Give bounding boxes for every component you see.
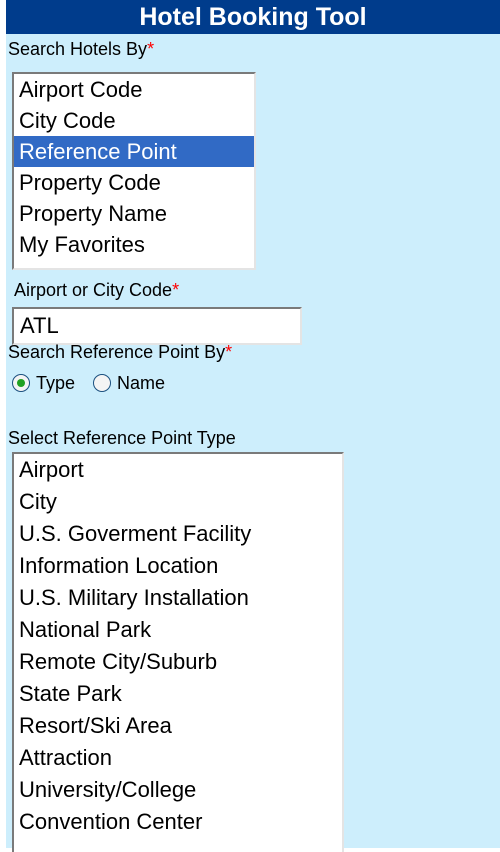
ref-type-option[interactable]: Airport: [14, 454, 342, 486]
listbox-option-property-code[interactable]: Property Code: [14, 167, 254, 198]
ref-type-option[interactable]: State Park: [14, 678, 342, 710]
listbox-option-property-name[interactable]: Property Name: [14, 198, 254, 229]
radio-type-button[interactable]: [12, 374, 30, 392]
ref-point-by-label-text: Search Reference Point By: [8, 342, 226, 362]
required-marker: *: [172, 280, 180, 300]
required-marker: *: [147, 39, 155, 59]
radio-type-label: Type: [36, 372, 76, 393]
radio-option-type[interactable]: Type: [12, 373, 75, 394]
ref-type-option[interactable]: Information Location: [14, 550, 342, 582]
radio-option-name[interactable]: Name: [93, 373, 165, 394]
ref-type-option[interactable]: City: [14, 486, 342, 518]
listbox-option-airport-code[interactable]: Airport Code: [14, 74, 254, 105]
listbox-option-city-code[interactable]: City Code: [14, 105, 254, 136]
ref-point-by-radio-group: Type Name: [12, 370, 183, 396]
ref-type-option[interactable]: Resort/Ski Area: [14, 710, 342, 742]
ref-point-type-label: Select Reference Point Type: [8, 428, 236, 448]
ref-point-by-label: Search Reference Point By*: [8, 342, 232, 363]
ref-type-option[interactable]: University/College: [14, 774, 342, 806]
airport-city-code-input[interactable]: ATL: [12, 307, 302, 345]
listbox-option-reference-point[interactable]: Reference Point: [14, 136, 254, 167]
radio-name-label: Name: [117, 372, 166, 393]
required-marker: *: [225, 342, 233, 362]
code-field-label-text: Airport or City Code: [14, 280, 173, 300]
page-title: Hotel Booking Tool: [6, 0, 500, 34]
code-field-label: Airport or City Code*: [14, 280, 179, 301]
ref-type-option[interactable]: Attraction: [14, 742, 342, 774]
search-hotels-by-label-text: Search Hotels By: [8, 39, 148, 59]
radio-name-button[interactable]: [93, 374, 112, 392]
search-hotels-by-label: Search Hotels By*: [8, 39, 154, 60]
ref-type-option[interactable]: Convention Center: [14, 806, 342, 838]
listbox-option-my-favorites[interactable]: My Favorites: [14, 229, 254, 260]
ref-type-option[interactable]: National Park: [14, 614, 342, 646]
search-hotels-by-listbox[interactable]: Airport Code City Code Reference Point P…: [12, 72, 256, 270]
ref-type-option[interactable]: U.S. Military Installation: [14, 582, 342, 614]
ref-type-option[interactable]: Remote City/Suburb: [14, 646, 342, 678]
reference-point-type-listbox[interactable]: Airport City U.S. Goverment Facility Inf…: [12, 452, 344, 852]
ref-type-option[interactable]: U.S. Goverment Facility: [14, 518, 342, 550]
